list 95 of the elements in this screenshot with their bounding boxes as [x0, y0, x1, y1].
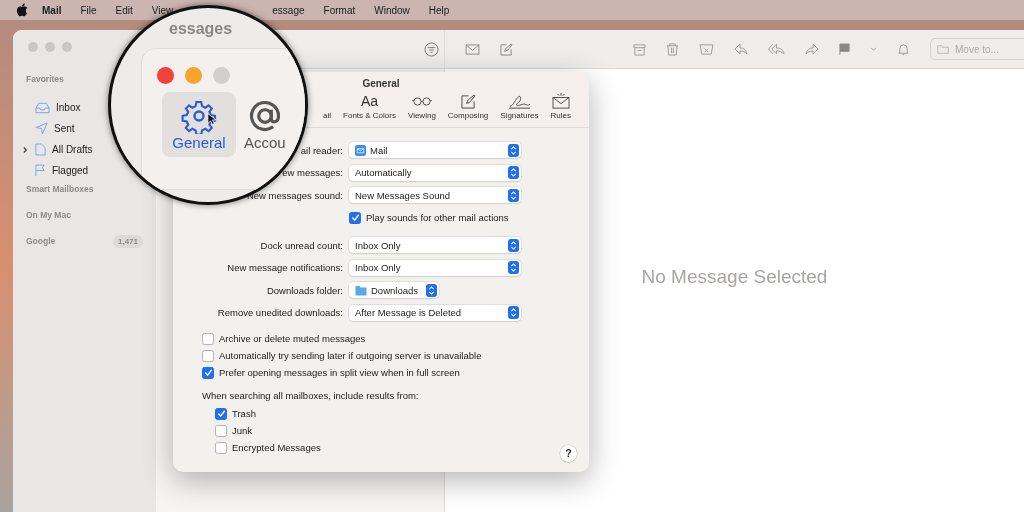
settings-tab[interactable]: General	[162, 92, 236, 157]
menu-item[interactable]: essage	[272, 4, 305, 16]
paper-plane-icon	[35, 122, 48, 135]
menu-item[interactable]: Help	[428, 4, 450, 16]
popup-menu[interactable]: Inbox Only	[349, 237, 521, 254]
gear-icon	[181, 98, 217, 134]
menu-item[interactable]: Edit	[115, 4, 133, 16]
envelope-icon	[551, 93, 570, 109]
checkbox[interactable]	[215, 441, 227, 454]
mailbox-item[interactable]: Sent	[54, 123, 75, 134]
section-text: When searching all mailboxes, include results from:	[201, 388, 420, 403]
checkbox-label: Automatically try sending later if outgoing server is unavailable	[219, 350, 482, 361]
popup-menu[interactable]: Automatically	[349, 164, 521, 181]
folder-icon	[355, 284, 367, 296]
compose-icon[interactable]	[500, 42, 513, 56]
app-menu[interactable]: Mail	[42, 4, 62, 16]
close-button[interactable]	[28, 42, 38, 52]
zoom-button[interactable]	[213, 67, 230, 84]
window-title: essages	[169, 20, 233, 38]
glasses-icon	[411, 96, 432, 106]
checkbox[interactable]	[349, 211, 361, 224]
popup-menu[interactable]: Inbox Only	[349, 259, 521, 276]
checkbox[interactable]	[202, 332, 214, 345]
checkbox-label: Play sounds for other mail actions	[366, 212, 509, 224]
checkbox-label: Archive or delete muted messages	[219, 333, 366, 344]
apple-logo-icon[interactable]	[16, 3, 28, 17]
settings-tab[interactable]: Signatures	[494, 89, 545, 122]
field-label: Dock unread count:	[260, 239, 343, 251]
help-button[interactable]: ?	[560, 445, 577, 462]
field-label: ew messages:	[282, 167, 343, 179]
checkbox[interactable]	[202, 366, 214, 379]
forward-icon[interactable]	[805, 43, 819, 55]
checkbox[interactable]	[215, 424, 227, 437]
settings-tab[interactable]: ail	[317, 89, 338, 122]
popup-menu[interactable]: After Message is Deleted	[349, 304, 521, 321]
popup-menu[interactable]: Downloads	[349, 282, 439, 299]
caret-icon[interactable]	[870, 46, 877, 52]
field-label: Downloads folder:	[266, 284, 343, 296]
checkbox-label: Encrypted Messages	[232, 442, 321, 453]
cursor-icon	[207, 112, 216, 126]
mail-app-icon	[355, 144, 366, 156]
settings-tab[interactable]: Viewing	[401, 89, 442, 122]
checkbox-label: Junk	[232, 425, 253, 436]
tray-icon	[35, 101, 50, 114]
stepper-icon	[508, 188, 519, 202]
folder-icon	[937, 43, 949, 55]
zoom-button[interactable]	[62, 42, 72, 52]
checkbox[interactable]	[202, 349, 214, 362]
popup-menu[interactable]: New Messages Sound	[349, 187, 521, 204]
checkbox-label: Prefer opening messages in split view when in full screen	[219, 367, 460, 378]
document-icon	[35, 143, 46, 156]
flag-icon[interactable]	[839, 42, 850, 56]
menu-item[interactable]: File	[80, 4, 97, 16]
chevron-icon[interactable]	[23, 145, 28, 154]
settings-tab[interactable]: Accou	[240, 92, 290, 157]
compose-icon	[460, 93, 476, 109]
menu-item[interactable]: Format	[323, 4, 356, 16]
field-label: Remove unedited downloads:	[217, 307, 343, 319]
reply-all-icon[interactable]	[768, 43, 785, 55]
archive-icon[interactable]	[633, 42, 646, 56]
stepper-icon	[508, 261, 519, 275]
move-to-field[interactable]: Move to...	[930, 38, 1024, 60]
dialog-title: General	[362, 78, 400, 89]
menu-item[interactable]: Window	[374, 4, 410, 16]
empty-state-text: No Message Selected	[641, 265, 828, 288]
bell-icon[interactable]	[897, 42, 910, 56]
text-style-icon: Aa	[360, 93, 379, 109]
mailbox-item[interactable]: Flagged	[52, 165, 89, 176]
stepper-icon	[508, 306, 519, 320]
settings-tab[interactable]: Rules	[544, 89, 577, 122]
move-to-input[interactable]: Move to...	[953, 42, 1024, 56]
checkbox[interactable]	[215, 407, 227, 420]
field-label: ail reader:	[300, 144, 343, 156]
stepper-icon	[508, 238, 519, 252]
minimize-button[interactable]	[185, 67, 202, 84]
trash-icon[interactable]	[666, 42, 679, 56]
field-label: New message notifications:	[227, 262, 343, 274]
stepper-icon	[508, 143, 519, 157]
junk-icon[interactable]	[699, 42, 714, 56]
count-badge: 1,471	[113, 234, 144, 248]
minimize-button[interactable]	[45, 42, 55, 52]
settings-tab[interactable]: Composing	[441, 89, 495, 122]
menu-item[interactable]: View	[151, 4, 174, 16]
filter-icon[interactable]	[424, 41, 440, 57]
close-button[interactable]	[157, 67, 174, 84]
mailbox-item[interactable]: All Drafts	[52, 144, 93, 155]
flag-icon	[35, 164, 46, 177]
checkbox-label: Trash	[232, 408, 256, 419]
popup-menu[interactable]: Mail	[349, 142, 521, 159]
stepper-icon	[508, 166, 519, 180]
settings-tab[interactable]: Aa Fonts & Colors	[337, 89, 402, 122]
mailbox-item[interactable]: Inbox	[56, 102, 81, 113]
reply-icon[interactable]	[734, 43, 748, 55]
envelope-icon[interactable]	[465, 43, 480, 55]
stepper-icon	[426, 283, 437, 297]
